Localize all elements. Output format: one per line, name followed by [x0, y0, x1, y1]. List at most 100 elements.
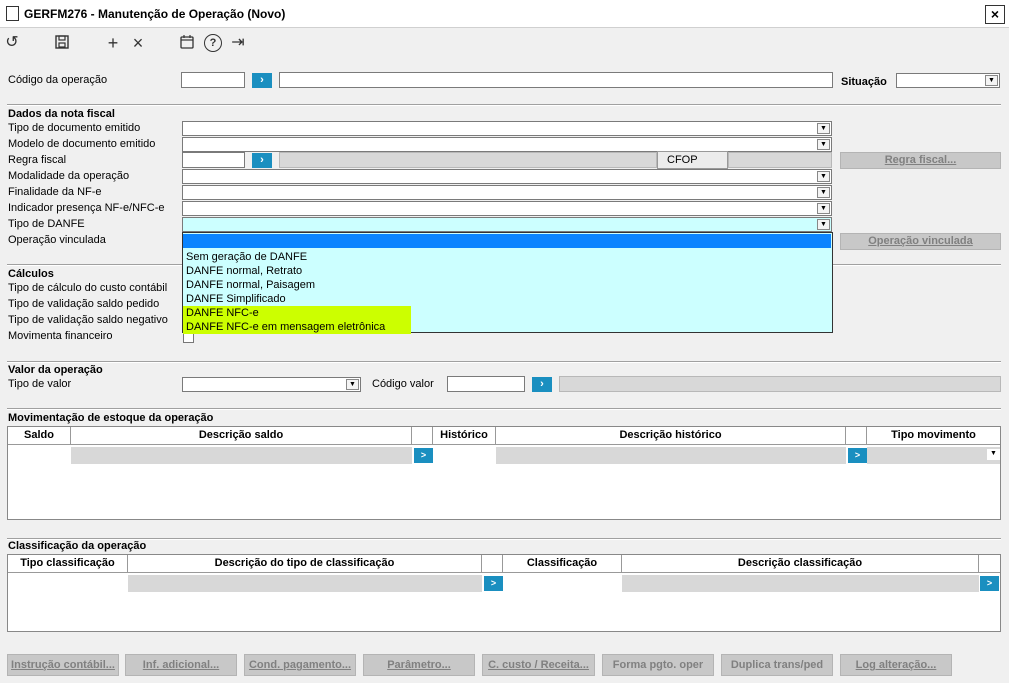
validacao-pedido-label: Tipo de validação saldo pedido [8, 298, 160, 310]
window-title: GERFM276 - Manutenção de Operação (Novo) [24, 7, 286, 21]
valor-title: Valor da operação [8, 364, 103, 376]
codigo-operacao-label: Código da operação [8, 74, 108, 86]
dropdown-option[interactable]: DANFE normal, Retrato [183, 264, 302, 278]
column-header[interactable] [482, 555, 503, 573]
column-header[interactable]: Classificação [503, 555, 622, 573]
estoque-grid[interactable]: Saldo Descrição saldo Histórico Descriçã… [7, 426, 1001, 520]
inf-adicional-button[interactable]: Inf. adicional... [125, 654, 237, 676]
cfop-value [728, 152, 832, 168]
chevron-down-icon[interactable]: ▼ [817, 123, 830, 134]
chevron-down-icon[interactable]: ▼ [817, 219, 830, 230]
operacao-vinculada-label: Operação vinculada [8, 234, 106, 246]
operacao-vinculada-button[interactable]: Operação vinculada [840, 233, 1001, 250]
historico-search-button[interactable]: > [848, 448, 867, 463]
parametro-button[interactable]: Parâmetro... [363, 654, 475, 676]
tipo-movimento-select[interactable]: ▼ [867, 447, 1000, 464]
dropdown-option[interactable]: DANFE NFC-e [183, 306, 411, 320]
tipo-classificacao-cell[interactable] [8, 575, 128, 592]
chevron-down-icon[interactable]: ▼ [985, 75, 998, 86]
column-header[interactable] [979, 555, 1000, 573]
danfe-dropdown-list[interactable]: Sem geração de DANFE DANFE normal, Retra… [182, 232, 833, 334]
column-header[interactable]: Descrição classificação [622, 555, 979, 573]
c-custo-receita-button[interactable]: C. custo / Receita... [482, 654, 595, 676]
chevron-down-icon[interactable]: ▼ [346, 379, 359, 390]
codigo-search-button[interactable]: › [252, 73, 272, 88]
chevron-down-icon[interactable]: ▼ [987, 449, 1000, 460]
codigo-operacao-input[interactable] [181, 72, 245, 88]
descricao-classificacao-cell [622, 575, 979, 592]
tipo-documento-label: Tipo de documento emitido [8, 122, 141, 134]
title-bar: GERFM276 - Manutenção de Operação (Novo)… [0, 0, 1009, 28]
column-header[interactable]: Tipo movimento [867, 427, 1000, 445]
save-icon[interactable] [53, 34, 71, 52]
column-header[interactable]: Descrição histórico [496, 427, 846, 445]
dropdown-option[interactable]: DANFE Simplificado [183, 292, 286, 306]
situacao-select[interactable]: ▼ [896, 73, 1000, 88]
add-icon[interactable]: + [104, 34, 122, 52]
cond-pagamento-button[interactable]: Cond. pagamento... [244, 654, 356, 676]
tipo-valor-label: Tipo de valor [8, 378, 72, 390]
tipo-documento-select[interactable]: ▼ [182, 121, 832, 136]
chevron-down-icon[interactable]: ▼ [817, 187, 830, 198]
regra-fiscal-input[interactable] [182, 152, 245, 168]
divider [7, 538, 1001, 540]
divider [7, 361, 1001, 363]
modelo-documento-label: Modelo de documento emitido [8, 138, 156, 150]
calculos-title: Cálculos [8, 268, 54, 280]
movimenta-financeiro-label: Movimenta financeiro [8, 330, 113, 342]
codigo-valor-search-button[interactable]: › [532, 377, 552, 392]
column-header[interactable] [846, 427, 867, 445]
tipo-danfe-select[interactable]: ▼ [182, 217, 832, 232]
delete-icon[interactable]: × [129, 34, 147, 52]
finalidade-select[interactable]: ▼ [182, 185, 832, 200]
saldo-search-button[interactable]: > [414, 448, 433, 463]
dropdown-option[interactable]: DANFE NFC-e em mensagem eletrônica [183, 320, 411, 334]
column-header[interactable]: Descrição do tipo de classificação [128, 555, 482, 573]
dropdown-option[interactable] [183, 234, 831, 248]
undo-icon[interactable]: ↺ [3, 34, 21, 52]
codigo-descricao-input[interactable] [279, 72, 833, 88]
app-icon [6, 6, 19, 21]
tipo-danfe-label: Tipo de DANFE [8, 218, 85, 230]
modalidade-label: Modalidade da operação [8, 170, 130, 182]
calendar-icon[interactable] [178, 34, 196, 52]
close-button[interactable]: × [985, 5, 1005, 24]
dropdown-option[interactable]: Sem geração de DANFE [183, 250, 307, 264]
historico-cell[interactable] [433, 447, 496, 464]
descricao-saldo-cell [71, 447, 412, 464]
indicador-presenca-select[interactable]: ▼ [182, 201, 832, 216]
regra-fiscal-button[interactable]: Regra fiscal... [840, 152, 1001, 169]
classificacao-title: Classificação da operação [8, 540, 147, 552]
regra-fiscal-descricao [279, 152, 657, 168]
duplica-trans-button[interactable]: Duplica trans/ped [721, 654, 833, 676]
log-alteracao-button[interactable]: Log alteração... [840, 654, 952, 676]
regra-fiscal-search-button[interactable]: › [252, 153, 272, 168]
estoque-title: Movimentação de estoque da operação [8, 412, 214, 424]
help-icon[interactable]: ? [204, 34, 222, 52]
column-header[interactable]: Histórico [433, 427, 496, 445]
instrucao-contabil-button[interactable]: Instrução contábil... [7, 654, 119, 676]
tipo-classificacao-search-button[interactable]: > [484, 576, 503, 591]
divider [7, 408, 1001, 410]
finalidade-label: Finalidade da NF-e [8, 186, 102, 198]
classificacao-cell[interactable] [503, 575, 622, 592]
column-header[interactable] [412, 427, 433, 445]
column-header[interactable]: Descrição saldo [71, 427, 412, 445]
tipo-valor-select[interactable]: ▼ [182, 377, 361, 392]
forma-pgto-button[interactable]: Forma pgto. oper [602, 654, 714, 676]
classificacao-grid[interactable]: Tipo classificação Descrição do tipo de … [7, 554, 1001, 632]
modalidade-select[interactable]: ▼ [182, 169, 832, 184]
chevron-down-icon[interactable]: ▼ [817, 171, 830, 182]
modelo-documento-select[interactable]: ▼ [182, 137, 832, 152]
codigo-valor-label: Código valor [372, 378, 434, 390]
column-header[interactable]: Tipo classificação [8, 555, 128, 573]
saldo-cell[interactable] [8, 447, 71, 464]
chevron-down-icon[interactable]: ▼ [817, 203, 830, 214]
exit-icon[interactable]: ⇥ [229, 34, 247, 52]
dropdown-option[interactable]: DANFE normal, Paisagem [183, 278, 315, 292]
codigo-valor-input[interactable] [447, 376, 525, 392]
classificacao-search-button[interactable]: > [980, 576, 999, 591]
chevron-down-icon[interactable]: ▼ [817, 139, 830, 150]
nota-fiscal-title: Dados da nota fiscal [8, 108, 115, 120]
column-header[interactable]: Saldo [8, 427, 71, 445]
